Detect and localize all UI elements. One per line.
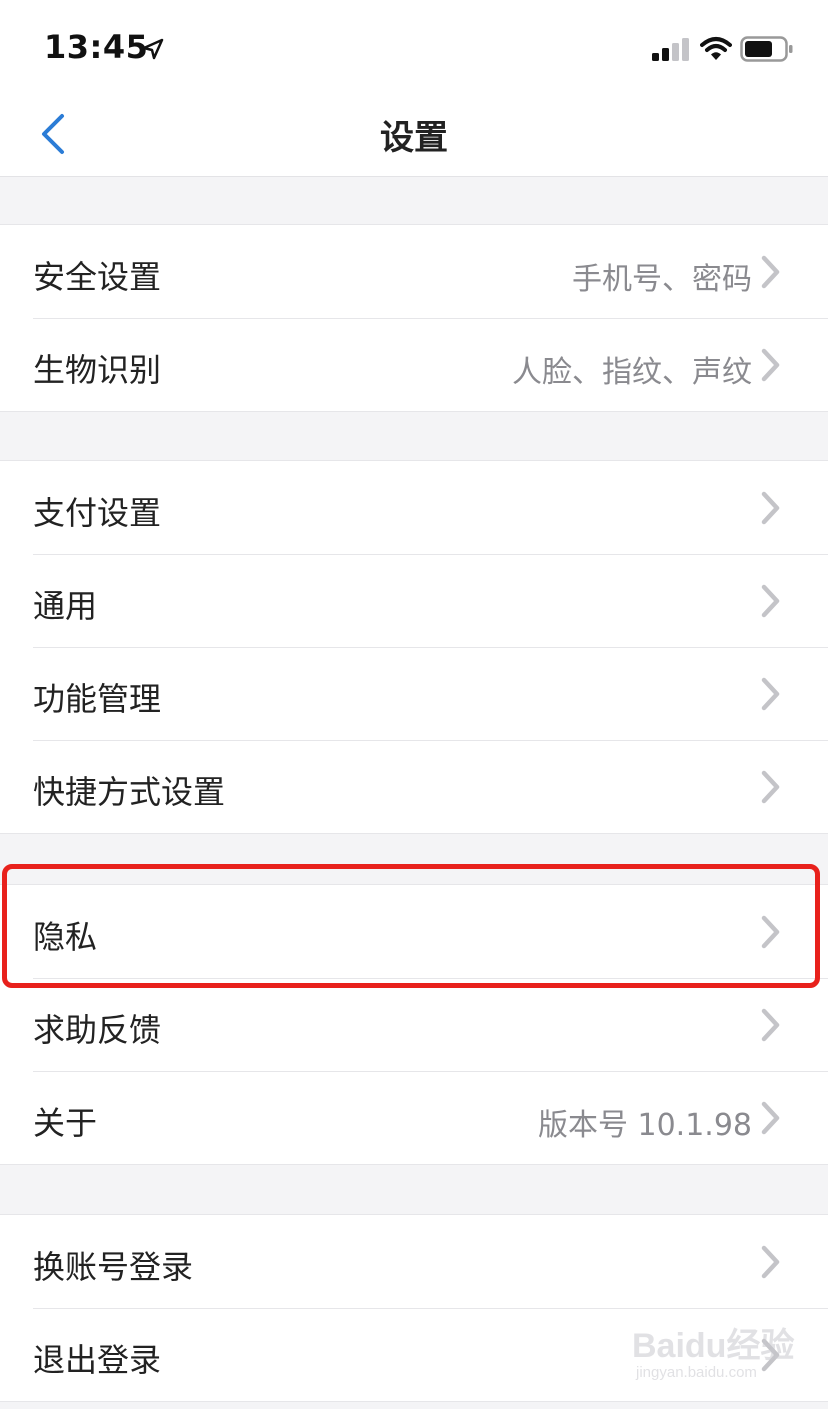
chevron-right-icon	[761, 1008, 780, 1042]
wifi-icon	[700, 37, 732, 60]
settings-section-general: 支付设置 通用 功能管理 快捷方式设置	[0, 460, 828, 834]
row-value: 手机号、密码	[572, 262, 752, 297]
row-label: 求助反馈	[33, 1011, 162, 1049]
navigation-bar: 设置	[0, 92, 828, 177]
settings-screen: 13:45 设置 安全设置 手机号、密码 生物识别 人脸、指纹、声纹 支付设置 …	[0, 0, 828, 1409]
settings-row-switch-account[interactable]: 换账号登录	[0, 1215, 828, 1308]
settings-row-features[interactable]: 功能管理	[0, 647, 828, 740]
watermark-brand: Baidu经验	[632, 1327, 795, 1365]
row-label: 退出登录	[33, 1341, 162, 1379]
chevron-right-icon	[761, 348, 780, 382]
chevron-right-icon	[761, 915, 780, 949]
location-arrow-icon	[142, 38, 164, 60]
version-value: 版本号 10.1.98	[537, 1108, 752, 1143]
settings-row-payment[interactable]: 支付设置	[0, 461, 828, 554]
chevron-right-icon	[761, 1101, 780, 1135]
chevron-right-icon	[761, 1245, 780, 1279]
row-value: 人脸、指纹、声纹	[512, 355, 752, 390]
row-label: 换账号登录	[33, 1248, 194, 1286]
settings-row-biometrics[interactable]: 生物识别 人脸、指纹、声纹	[0, 318, 828, 411]
settings-row-shortcuts[interactable]: 快捷方式设置	[0, 740, 828, 833]
row-label: 安全设置	[33, 258, 162, 296]
status-bar: 13:45	[0, 0, 828, 92]
row-label: 功能管理	[33, 680, 162, 718]
row-label: 关于	[33, 1104, 98, 1142]
row-label: 生物识别	[33, 351, 162, 389]
watermark-url: jingyan.baidu.com	[636, 1364, 757, 1381]
page-title: 设置	[380, 118, 448, 158]
settings-row-security[interactable]: 安全设置 手机号、密码	[0, 225, 828, 318]
row-label: 隐私	[33, 918, 98, 956]
settings-row-general[interactable]: 通用	[0, 554, 828, 647]
settings-row-help-feedback[interactable]: 求助反馈	[0, 978, 828, 1071]
settings-section-account: 安全设置 手机号、密码 生物识别 人脸、指纹、声纹	[0, 224, 828, 412]
cell-signal-icon	[652, 38, 689, 61]
chevron-right-icon	[761, 584, 780, 618]
settings-row-about[interactable]: 关于 版本号 10.1.98	[0, 1071, 828, 1164]
chevron-right-icon	[761, 770, 780, 804]
watermark: Baidu经验 jingyan.baidu.com	[632, 1318, 822, 1392]
status-time: 13:45	[44, 28, 149, 66]
row-label: 通用	[33, 587, 98, 625]
settings-row-privacy[interactable]: 隐私	[0, 885, 828, 978]
row-label: 支付设置	[33, 494, 162, 532]
settings-section-privacy: 隐私 求助反馈 关于 版本号 10.1.98	[0, 884, 828, 1165]
chevron-right-icon	[761, 255, 780, 289]
chevron-right-icon	[761, 677, 780, 711]
battery-icon	[740, 36, 793, 62]
chevron-right-icon	[761, 491, 780, 525]
row-label: 快捷方式设置	[33, 773, 226, 811]
